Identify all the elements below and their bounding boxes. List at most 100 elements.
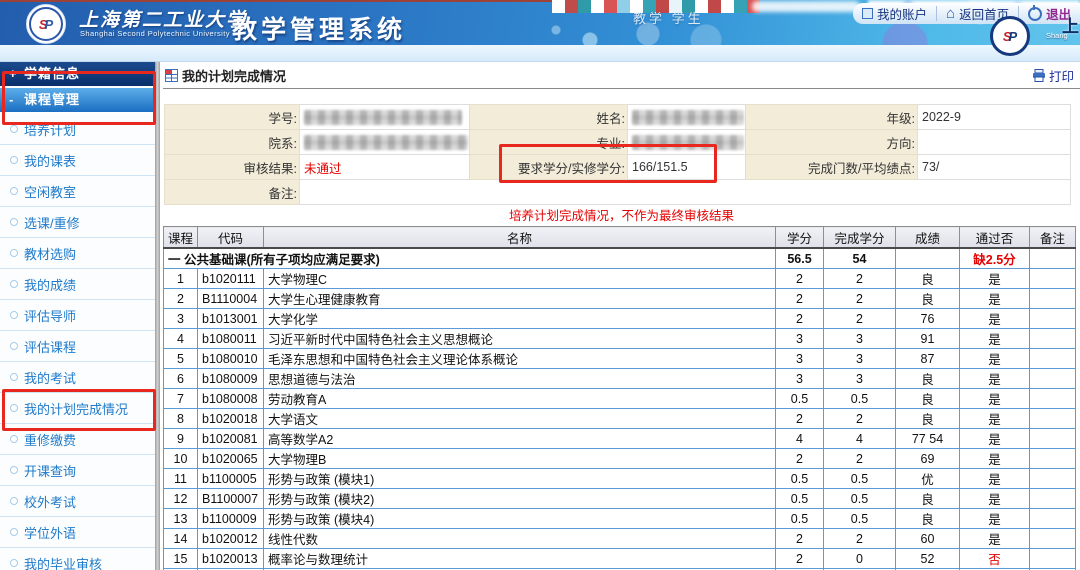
course-table-header-row: 课程代码名称学分完成学分成绩通过否备注 — [164, 227, 1076, 249]
sidebar-item[interactable]: 我的考试 — [0, 362, 155, 393]
sidebar-item-label: 培养计划 — [24, 120, 76, 139]
course-name: 大学物理C — [264, 269, 776, 289]
sidebar-item-label: 我的成绩 — [24, 275, 76, 294]
course-no: 13 — [164, 509, 198, 529]
sidebar-item[interactable]: 学位外语 — [0, 517, 155, 548]
corner-logo: SP — [990, 16, 1030, 56]
course-grade: 76 — [896, 309, 960, 329]
course-header-cell: 名称 — [264, 227, 776, 249]
bullet-icon — [10, 466, 18, 474]
sidebar-item[interactable]: 评估导师 — [0, 300, 155, 331]
print-button[interactable]: 打印 — [1032, 66, 1074, 85]
nav-label: 我的账户 — [877, 4, 927, 23]
course-done: 3 — [824, 349, 896, 369]
course-grade: 91 — [896, 329, 960, 349]
course-row: 11b1100005形势与政策 (模块1)0.50.5优是 — [164, 469, 1076, 489]
info-value: 未通过 — [300, 155, 470, 180]
course-code: b1020013 — [198, 549, 264, 569]
course-no: 12 — [164, 489, 198, 509]
course-name: 高等数学A2 — [264, 429, 776, 449]
course-name: 形势与政策 (模块1) — [264, 469, 776, 489]
sidebar-item[interactable]: 我的计划完成情况 — [0, 393, 155, 424]
course-header-cell: 学分 — [776, 227, 824, 249]
course-credit: 2 — [776, 449, 824, 469]
university-name-en: Shanghai Second Polytechnic University — [80, 29, 230, 38]
bullet-icon — [10, 404, 18, 412]
corner-logo-text: Shang — [1046, 31, 1068, 40]
course-name: 形势与政策 (模块4) — [264, 509, 776, 529]
course-name: 大学物理B — [264, 449, 776, 469]
course-pass: 是 — [960, 509, 1030, 529]
sidebar-item[interactable]: 教材选购 — [0, 238, 155, 269]
sidebar-item-label: 我的考试 — [24, 368, 76, 387]
sidebar-group-course-mgmt[interactable]: - 课程管理 — [0, 88, 155, 112]
course-grade: 良 — [896, 369, 960, 389]
course-note — [1030, 429, 1076, 449]
home-icon: ⌂ — [946, 9, 955, 19]
course-row: 9b1020081高等数学A24477 54是 — [164, 429, 1076, 449]
bullet-icon — [10, 342, 18, 350]
course-header-cell: 通过否 — [960, 227, 1030, 249]
sidebar-item[interactable]: 选课/重修 — [0, 207, 155, 238]
sidebar-group-student-status[interactable]: + 学籍信息 — [0, 62, 155, 86]
course-row: 8b1020018大学语文22良是 — [164, 409, 1076, 429]
mosaic-square — [734, 0, 747, 13]
sidebar-item[interactable]: 培养计划 — [0, 114, 155, 145]
course-code: b1100005 — [198, 469, 264, 489]
course-note — [1030, 489, 1076, 509]
redacted-value — [632, 110, 744, 125]
course-grade: 良 — [896, 489, 960, 509]
course-credit: 3 — [776, 369, 824, 389]
course-credit: 2 — [776, 549, 824, 569]
sidebar-item[interactable]: 空闲教室 — [0, 176, 155, 207]
sidebar-item-label: 选课/重修 — [24, 213, 80, 232]
group-cell — [896, 248, 960, 269]
top-edge-line — [0, 0, 556, 2]
course-done: 0.5 — [824, 489, 896, 509]
mosaic-square — [617, 0, 630, 13]
course-name: 思想道德与法治 — [264, 369, 776, 389]
sidebar-item-label: 教材选购 — [24, 244, 76, 263]
sidebar-item[interactable]: 校外考试 — [0, 486, 155, 517]
course-note — [1030, 349, 1076, 369]
course-row: 13b1100009形势与政策 (模块4)0.50.5良是 — [164, 509, 1076, 529]
course-code: b1020018 — [198, 409, 264, 429]
course-pass: 是 — [960, 409, 1030, 429]
redacted-value — [304, 135, 468, 150]
sidebar-item[interactable]: 开课查询 — [0, 455, 155, 486]
top-nav: 我的账户 ⌂ 返回首页 退出 — [853, 3, 1080, 24]
bullet-icon — [10, 156, 18, 164]
nav-my-account[interactable]: 我的账户 — [853, 6, 936, 21]
print-icon — [1032, 69, 1046, 82]
mosaic-square — [708, 0, 721, 13]
role-switcher[interactable]: 教学 学生 — [633, 8, 704, 27]
course-header-cell: 备注 — [1030, 227, 1076, 249]
redacted-value — [632, 135, 744, 150]
course-credit: 0.5 — [776, 389, 824, 409]
course-name: 形势与政策 (模块2) — [264, 489, 776, 509]
info-label: 专业: — [470, 130, 628, 155]
course-grade: 良 — [896, 269, 960, 289]
sidebar-item-label: 空闲教室 — [24, 182, 76, 201]
info-table-body: 学号:姓名:年级:2022-9院系:专业:方向:审核结果:未通过要求学分/实修学… — [165, 105, 1071, 205]
course-code: b1080011 — [198, 329, 264, 349]
sidebar-item[interactable]: 我的课表 — [0, 145, 155, 176]
sidebar-item[interactable]: 我的毕业审核 — [0, 548, 155, 570]
sidebar-item[interactable]: 我的成绩 — [0, 269, 155, 300]
sidebar-group-label: 学籍信息 — [24, 66, 80, 81]
course-done: 2 — [824, 409, 896, 429]
course-credit: 2 — [776, 289, 824, 309]
course-pass: 否 — [960, 549, 1030, 569]
course-name: 大学语文 — [264, 409, 776, 429]
account-icon — [862, 8, 873, 19]
page-title: 我的计划完成情况 — [182, 66, 286, 85]
mosaic-square — [578, 0, 591, 13]
course-grade: 77 54 — [896, 429, 960, 449]
sidebar-item-label: 评估课程 — [24, 337, 76, 356]
course-code: b1080009 — [198, 369, 264, 389]
bullet-icon — [10, 218, 18, 226]
sidebar-item[interactable]: 评估课程 — [0, 331, 155, 362]
course-done: 3 — [824, 369, 896, 389]
course-grade: 60 — [896, 529, 960, 549]
sidebar-item[interactable]: 重修缴费 — [0, 424, 155, 455]
